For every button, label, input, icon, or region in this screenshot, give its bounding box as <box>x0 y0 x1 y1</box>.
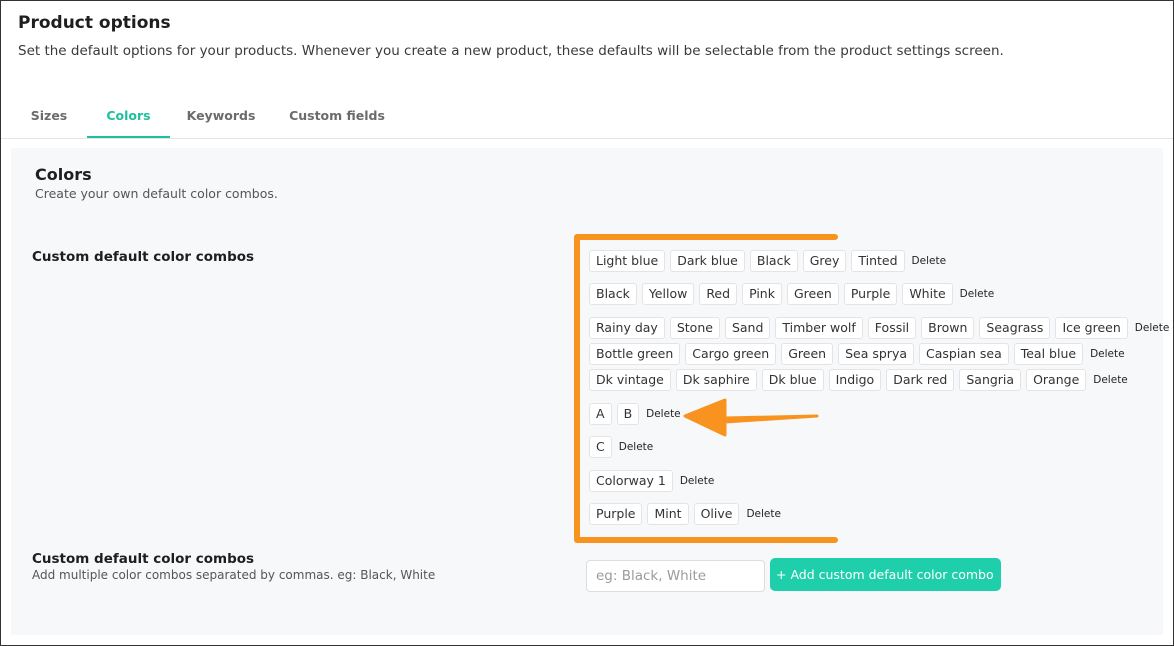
color-chip: Black <box>749 250 798 272</box>
color-chip: Dk saphire <box>675 369 757 391</box>
combo-row: C Delete <box>589 436 653 458</box>
combo-row: Purple Mint Olive Delete <box>589 503 781 525</box>
color-chip: Sand <box>724 317 771 339</box>
color-chip: Yellow <box>641 283 695 305</box>
tab-custom-fields[interactable]: Custom fields <box>283 97 391 138</box>
color-chip: Sea sprya <box>838 343 914 365</box>
color-chip: Rainy day <box>589 317 665 339</box>
color-chip: Dark red <box>886 369 955 391</box>
color-chip: Seagrass <box>979 317 1051 339</box>
add-combo-help: Add multiple color combos separated by c… <box>32 568 436 582</box>
color-chip: Dark blue <box>670 250 745 272</box>
color-chip: B <box>616 403 640 425</box>
section-title: Colors <box>35 165 92 184</box>
color-chip: Red <box>699 283 738 305</box>
combo-input[interactable] <box>586 560 765 592</box>
color-chip: Dk blue <box>761 369 824 391</box>
color-chip: C <box>589 436 612 458</box>
color-chip: Bottle green <box>589 343 681 365</box>
combo-row: Bottle green Cargo green Green Sea sprya Cas… <box>589 343 1125 365</box>
color-chip: Green <box>786 283 839 305</box>
color-chip: Teal blue <box>1013 343 1084 365</box>
colors-panel: Colors Create your own default color com… <box>11 148 1169 635</box>
color-chip: Light blue <box>589 250 666 272</box>
delete-combo-link[interactable]: Delete <box>619 441 654 453</box>
combo-row: Rainy day Stone Sand Timber wolf Fossil Brown… <box>589 317 1169 339</box>
tab-sizes[interactable]: Sizes <box>18 97 80 138</box>
color-chip: Sangria <box>959 369 1022 391</box>
delete-combo-link[interactable]: Delete <box>680 475 715 487</box>
combos-label: Custom default color combos <box>32 249 255 265</box>
page-title: Product options <box>18 13 171 33</box>
color-chip: Green <box>781 343 834 365</box>
combo-row: Black Yellow Red Pink Green Purple White Delete <box>589 283 994 305</box>
color-chip: Mint <box>647 503 689 525</box>
color-chip: White <box>902 283 953 305</box>
delete-combo-link[interactable]: Delete <box>912 255 947 267</box>
color-chip: Stone <box>669 317 720 339</box>
color-chip: Purple <box>589 503 643 525</box>
color-chip: Cargo green <box>685 343 777 365</box>
delete-combo-link[interactable]: Delete <box>746 508 781 520</box>
color-chip: Black <box>589 283 637 305</box>
color-chip: Brown <box>921 317 975 339</box>
color-chip: Dk vintage <box>589 369 671 391</box>
color-chip: Colorway 1 <box>589 470 673 492</box>
color-chip: Pink <box>742 283 782 305</box>
color-chip: Olive <box>693 503 740 525</box>
combo-row: A B Delete <box>589 403 681 425</box>
color-chip: Grey <box>802 250 847 272</box>
color-chip: Tinted <box>851 250 905 272</box>
delete-combo-link[interactable]: Delete <box>1135 322 1170 334</box>
tab-colors[interactable]: Colors <box>87 97 170 138</box>
app-window: Product options Set the default options … <box>0 0 1174 646</box>
color-chip: Indigo <box>828 369 882 391</box>
color-chip: Caspian sea <box>919 343 1009 365</box>
delete-combo-link[interactable]: Delete <box>646 408 681 420</box>
color-chip: Ice green <box>1055 317 1128 339</box>
color-chip: Fossil <box>867 317 917 339</box>
combo-row: Dk vintage Dk saphire Dk blue Indigo Dark re… <box>589 369 1128 391</box>
add-combo-button[interactable]: + Add custom default color combo <box>770 558 1001 591</box>
delete-combo-link[interactable]: Delete <box>1093 374 1128 386</box>
color-chip: Orange <box>1026 369 1087 391</box>
tab-bar: Sizes Colors Keywords Custom fields <box>1 97 1173 139</box>
delete-combo-link[interactable]: Delete <box>960 288 995 300</box>
delete-combo-link[interactable]: Delete <box>1090 348 1125 360</box>
add-combo-label: Custom default color combos <box>32 551 255 567</box>
color-chip: Timber wolf <box>775 317 863 339</box>
page-description: Set the default options for your product… <box>18 43 1004 59</box>
section-description: Create your own default color combos. <box>35 186 278 201</box>
combo-row: Light blue Dark blue Black Grey Tinted Delete <box>589 250 946 272</box>
color-chip: Purple <box>843 283 898 305</box>
color-chip: A <box>589 403 612 425</box>
combo-row: Colorway 1 Delete <box>589 470 714 492</box>
tab-keywords[interactable]: Keywords <box>181 97 261 138</box>
